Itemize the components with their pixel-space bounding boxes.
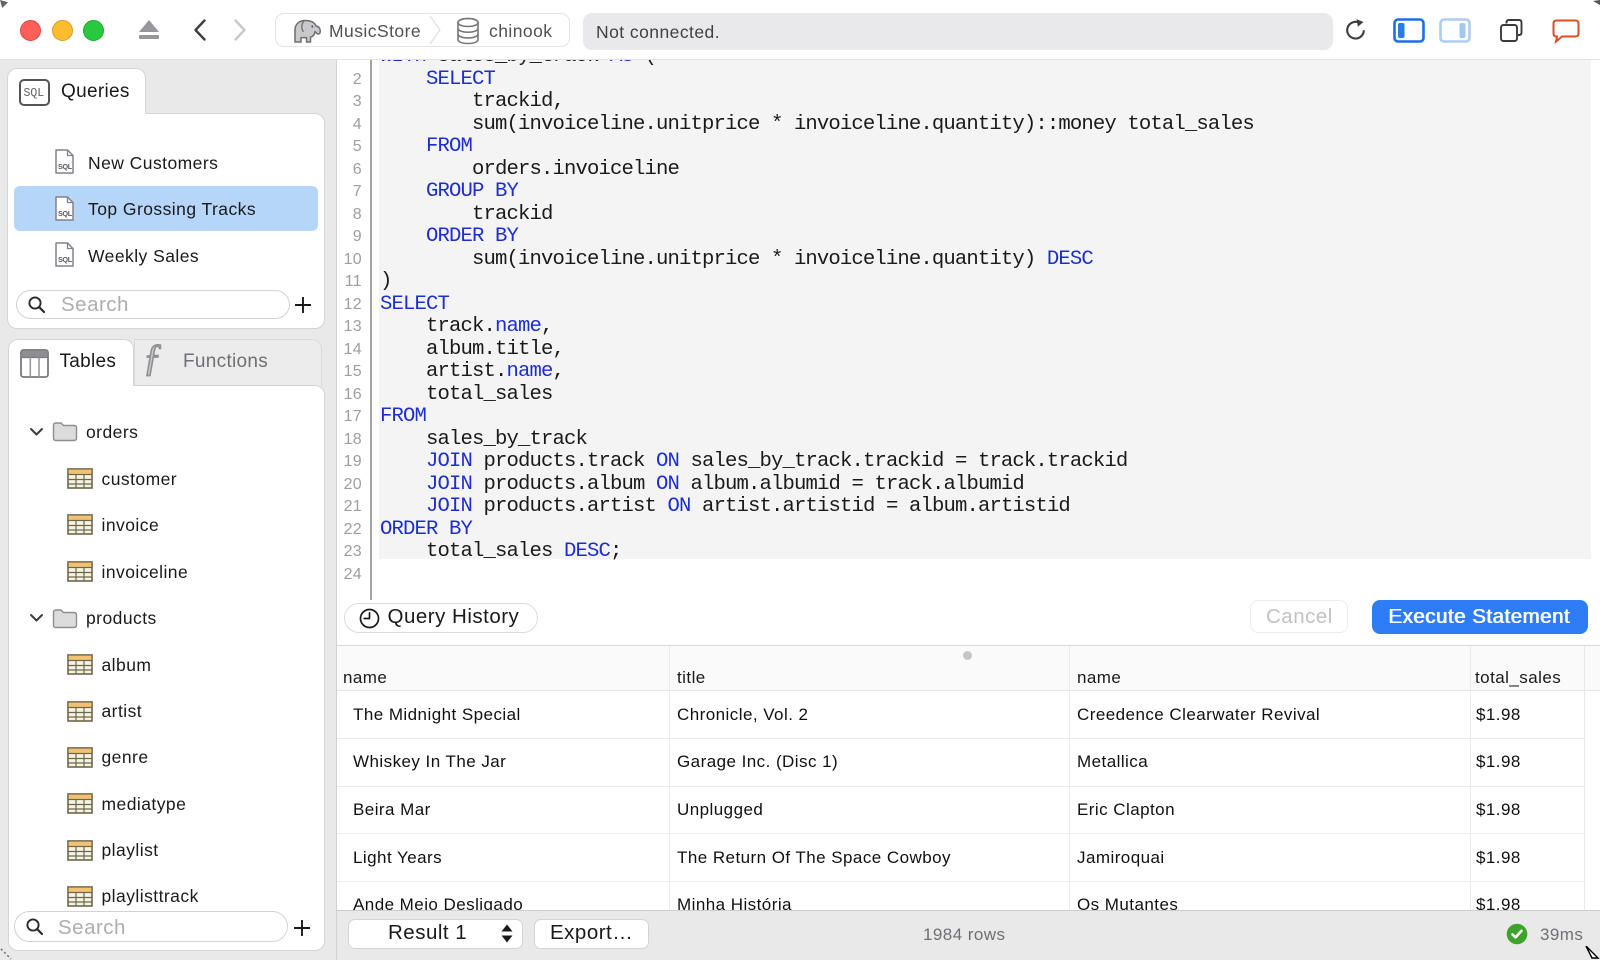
svg-text:SQL: SQL	[58, 209, 73, 218]
svg-text:SQL: SQL	[58, 162, 73, 171]
svg-text:SQL: SQL	[58, 255, 73, 264]
